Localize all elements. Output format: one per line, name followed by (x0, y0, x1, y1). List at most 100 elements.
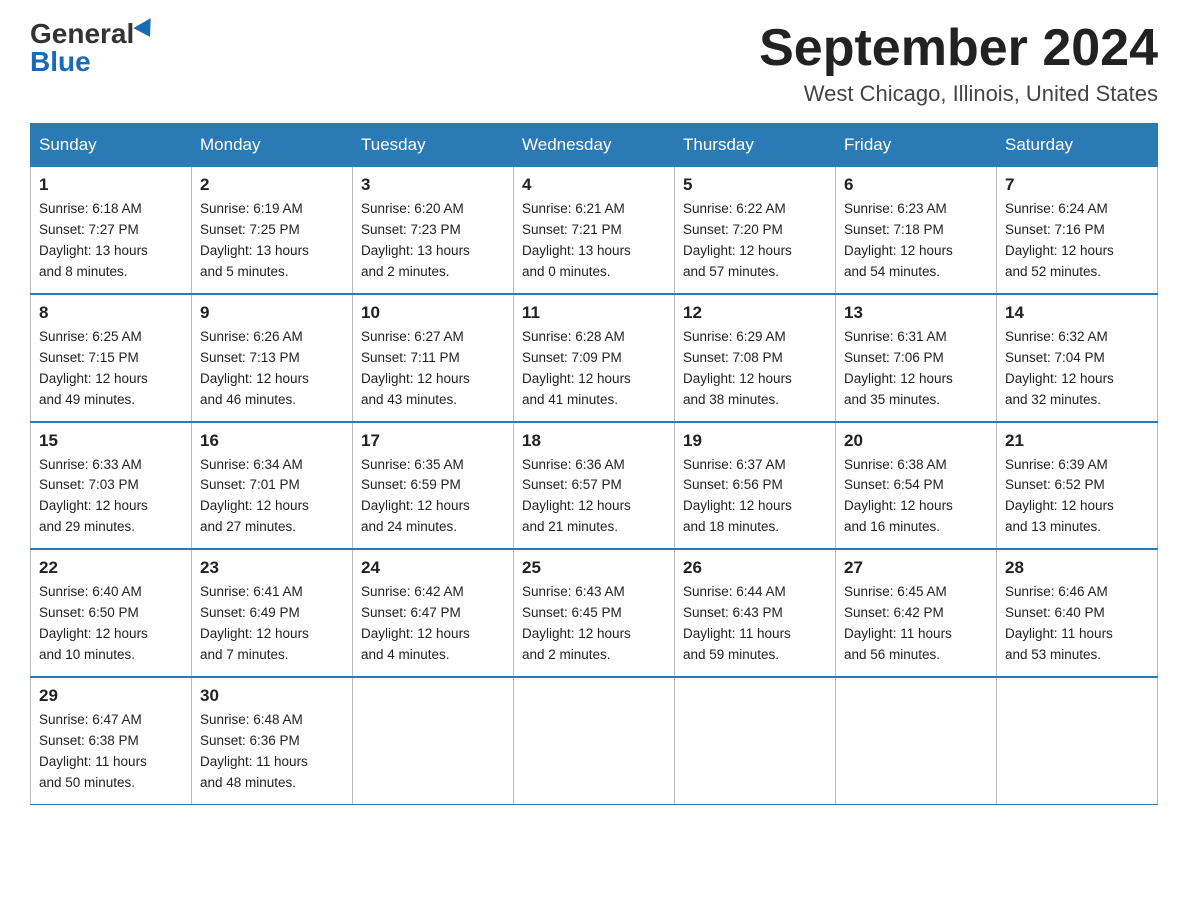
table-row (353, 677, 514, 804)
day-info: Sunrise: 6:21 AMSunset: 7:21 PMDaylight:… (522, 201, 631, 279)
day-number: 9 (200, 303, 344, 323)
table-row: 6 Sunrise: 6:23 AMSunset: 7:18 PMDaylight… (836, 166, 997, 294)
day-number: 2 (200, 175, 344, 195)
day-number: 22 (39, 558, 183, 578)
table-row: 14Sunrise: 6:32 AMSunset: 7:04 PMDayligh… (997, 294, 1158, 422)
week-row-3: 15 Sunrise: 6:33 AMSunset: 7:03 PMDayligh… (31, 422, 1158, 550)
day-info: Sunrise: 6:42 AMSunset: 6:47 PMDaylight:… (361, 584, 470, 662)
page-header: General Blue September 2024 West Chicago… (30, 20, 1158, 107)
table-row: 18 Sunrise: 6:36 AMSunset: 6:57 PMDayligh… (514, 422, 675, 550)
day-number: 23 (200, 558, 344, 578)
days-of-week-row: Sunday Monday Tuesday Wednesday Thursday… (31, 124, 1158, 166)
day-info: Sunrise: 6:33 AMSunset: 7:03 PMDaylight:… (39, 457, 148, 535)
day-number: 20 (844, 431, 988, 451)
day-number: 7 (1005, 175, 1149, 195)
day-info: Sunrise: 6:27 AMSunset: 7:11 PMDaylight:… (361, 329, 470, 407)
day-number: 5 (683, 175, 827, 195)
day-number: 15 (39, 431, 183, 451)
day-number: 13 (844, 303, 988, 323)
title-area: September 2024 West Chicago, Illinois, U… (759, 20, 1158, 107)
table-row: 8Sunrise: 6:25 AMSunset: 7:15 PMDaylight… (31, 294, 192, 422)
day-number: 4 (522, 175, 666, 195)
logo-triangle-icon (134, 18, 159, 42)
col-wednesday: Wednesday (514, 124, 675, 166)
table-row: 9 Sunrise: 6:26 AMSunset: 7:13 PMDaylight… (192, 294, 353, 422)
table-row: 1 Sunrise: 6:18 AMSunset: 7:27 PMDaylight… (31, 166, 192, 294)
table-row: 5 Sunrise: 6:22 AMSunset: 7:20 PMDaylight… (675, 166, 836, 294)
day-info: Sunrise: 6:35 AMSunset: 6:59 PMDaylight:… (361, 457, 470, 535)
day-info: Sunrise: 6:34 AMSunset: 7:01 PMDaylight:… (200, 457, 309, 535)
day-info: Sunrise: 6:41 AMSunset: 6:49 PMDaylight:… (200, 584, 309, 662)
day-info: Sunrise: 6:26 AMSunset: 7:13 PMDaylight:… (200, 329, 309, 407)
day-number: 27 (844, 558, 988, 578)
day-number: 26 (683, 558, 827, 578)
table-row: 12 Sunrise: 6:29 AMSunset: 7:08 PMDayligh… (675, 294, 836, 422)
table-row: 3 Sunrise: 6:20 AMSunset: 7:23 PMDaylight… (353, 166, 514, 294)
table-row (675, 677, 836, 804)
week-row-5: 29Sunrise: 6:47 AMSunset: 6:38 PMDayligh… (31, 677, 1158, 804)
day-number: 10 (361, 303, 505, 323)
col-thursday: Thursday (675, 124, 836, 166)
week-row-1: 1 Sunrise: 6:18 AMSunset: 7:27 PMDaylight… (31, 166, 1158, 294)
table-row: 27Sunrise: 6:45 AMSunset: 6:42 PMDayligh… (836, 549, 997, 677)
col-sunday: Sunday (31, 124, 192, 166)
day-info: Sunrise: 6:31 AMSunset: 7:06 PMDaylight:… (844, 329, 953, 407)
logo-blue-text: Blue (30, 48, 91, 76)
col-friday: Friday (836, 124, 997, 166)
day-number: 30 (200, 686, 344, 706)
table-row: 26 Sunrise: 6:44 AMSunset: 6:43 PMDayligh… (675, 549, 836, 677)
day-info: Sunrise: 6:29 AMSunset: 7:08 PMDaylight:… (683, 329, 792, 407)
day-number: 12 (683, 303, 827, 323)
day-info: Sunrise: 6:32 AMSunset: 7:04 PMDaylight:… (1005, 329, 1114, 407)
day-number: 24 (361, 558, 505, 578)
day-number: 11 (522, 303, 666, 323)
day-number: 17 (361, 431, 505, 451)
day-number: 21 (1005, 431, 1149, 451)
day-info: Sunrise: 6:18 AMSunset: 7:27 PMDaylight:… (39, 201, 148, 279)
table-row: 20 Sunrise: 6:38 AMSunset: 6:54 PMDayligh… (836, 422, 997, 550)
col-tuesday: Tuesday (353, 124, 514, 166)
day-info: Sunrise: 6:43 AMSunset: 6:45 PMDaylight:… (522, 584, 631, 662)
week-row-4: 22Sunrise: 6:40 AMSunset: 6:50 PMDayligh… (31, 549, 1158, 677)
table-row: 13 Sunrise: 6:31 AMSunset: 7:06 PMDayligh… (836, 294, 997, 422)
day-info: Sunrise: 6:19 AMSunset: 7:25 PMDaylight:… (200, 201, 309, 279)
logo-general-text: General (30, 20, 134, 48)
table-row: 21Sunrise: 6:39 AMSunset: 6:52 PMDayligh… (997, 422, 1158, 550)
day-info: Sunrise: 6:24 AMSunset: 7:16 PMDaylight:… (1005, 201, 1114, 279)
table-row: 23 Sunrise: 6:41 AMSunset: 6:49 PMDayligh… (192, 549, 353, 677)
table-row (514, 677, 675, 804)
day-number: 6 (844, 175, 988, 195)
day-info: Sunrise: 6:25 AMSunset: 7:15 PMDaylight:… (39, 329, 148, 407)
table-row: 7 Sunrise: 6:24 AMSunset: 7:16 PMDaylight… (997, 166, 1158, 294)
day-info: Sunrise: 6:20 AMSunset: 7:23 PMDaylight:… (361, 201, 470, 279)
day-info: Sunrise: 6:46 AMSunset: 6:40 PMDaylight:… (1005, 584, 1113, 662)
day-number: 19 (683, 431, 827, 451)
day-info: Sunrise: 6:23 AMSunset: 7:18 PMDaylight:… (844, 201, 953, 279)
day-info: Sunrise: 6:22 AMSunset: 7:20 PMDaylight:… (683, 201, 792, 279)
day-number: 3 (361, 175, 505, 195)
table-row (997, 677, 1158, 804)
day-info: Sunrise: 6:44 AMSunset: 6:43 PMDaylight:… (683, 584, 791, 662)
col-saturday: Saturday (997, 124, 1158, 166)
day-info: Sunrise: 6:36 AMSunset: 6:57 PMDaylight:… (522, 457, 631, 535)
day-number: 18 (522, 431, 666, 451)
day-info: Sunrise: 6:38 AMSunset: 6:54 PMDaylight:… (844, 457, 953, 535)
calendar-table: Sunday Monday Tuesday Wednesday Thursday… (30, 123, 1158, 804)
table-row: 15 Sunrise: 6:33 AMSunset: 7:03 PMDayligh… (31, 422, 192, 550)
logo: General Blue (30, 20, 156, 76)
day-number: 1 (39, 175, 183, 195)
table-row: 2 Sunrise: 6:19 AMSunset: 7:25 PMDaylight… (192, 166, 353, 294)
table-row: 10 Sunrise: 6:27 AMSunset: 7:11 PMDayligh… (353, 294, 514, 422)
day-number: 25 (522, 558, 666, 578)
table-row: 28 Sunrise: 6:46 AMSunset: 6:40 PMDayligh… (997, 549, 1158, 677)
month-title: September 2024 (759, 20, 1158, 77)
table-row: 11Sunrise: 6:28 AMSunset: 7:09 PMDayligh… (514, 294, 675, 422)
table-row: 24 Sunrise: 6:42 AMSunset: 6:47 PMDayligh… (353, 549, 514, 677)
day-number: 16 (200, 431, 344, 451)
day-number: 29 (39, 686, 183, 706)
table-row: 30Sunrise: 6:48 AMSunset: 6:36 PMDayligh… (192, 677, 353, 804)
table-row: 4 Sunrise: 6:21 AMSunset: 7:21 PMDaylight… (514, 166, 675, 294)
table-row: 25 Sunrise: 6:43 AMSunset: 6:45 PMDayligh… (514, 549, 675, 677)
day-info: Sunrise: 6:37 AMSunset: 6:56 PMDaylight:… (683, 457, 792, 535)
day-number: 28 (1005, 558, 1149, 578)
